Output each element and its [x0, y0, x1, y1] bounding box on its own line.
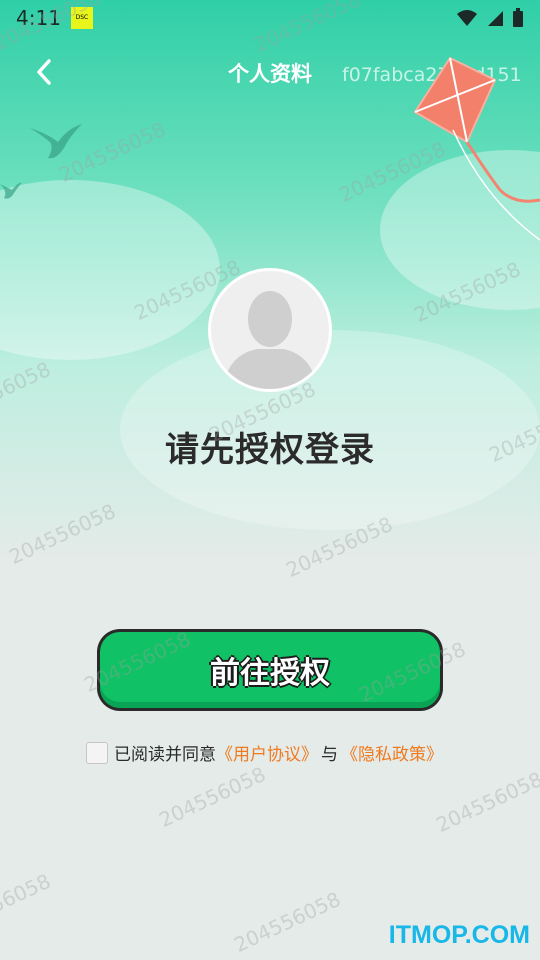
authorize-button-label: 前往授权	[210, 656, 330, 691]
cloud-left	[0, 180, 220, 360]
watermark: 204556058	[0, 868, 55, 940]
agreement-row: 已阅读并同意 《用户协议》 与 《隐私政策》	[86, 740, 443, 765]
login-prompt: 请先授权登录	[165, 430, 375, 470]
battery-icon	[513, 8, 523, 27]
watermark: 204556058	[230, 886, 345, 958]
agreement-prefix: 已阅读并同意	[114, 745, 216, 765]
brand-watermark: ITMOP.COM	[388, 921, 530, 949]
user-silhouette-icon	[223, 291, 317, 389]
avatar	[208, 268, 332, 392]
watermark: 204556058	[155, 761, 270, 833]
agreement-and: 与	[321, 745, 338, 765]
wifi-icon	[457, 10, 477, 26]
signal-icon	[488, 11, 503, 26]
privacy-policy-link[interactable]: 《隐私政策》	[341, 740, 443, 765]
user-agreement-link[interactable]: 《用户协议》	[216, 740, 318, 765]
watermark: 204556058	[432, 766, 540, 838]
agreement-checkbox[interactable]	[86, 741, 108, 764]
swallow-small-icon	[0, 182, 22, 199]
